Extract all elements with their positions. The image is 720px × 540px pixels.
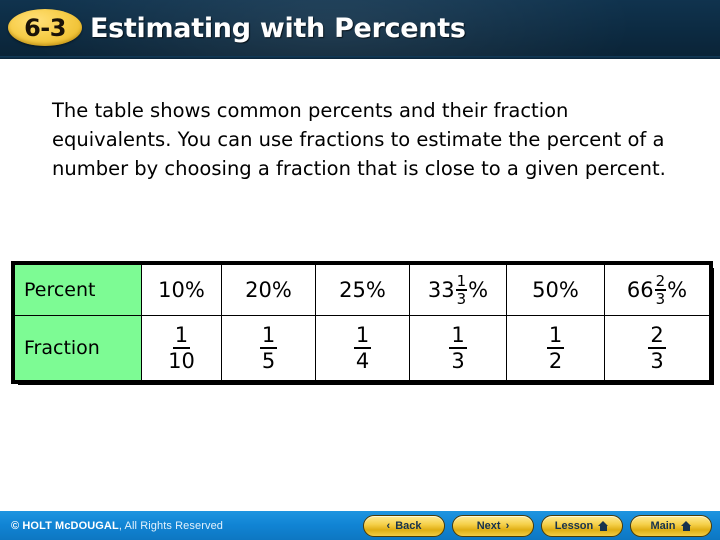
fraction-denominator: 4	[355, 348, 370, 373]
header-underline	[0, 56, 720, 59]
chevron-left-icon: ‹	[386, 519, 391, 532]
main-button[interactable]: Main	[630, 515, 712, 537]
percent-value-1: 10%	[158, 278, 205, 302]
fraction-numerator: 1	[546, 322, 565, 349]
percent-value-3: 25%	[339, 278, 386, 302]
mixed-whole-part: 33	[427, 277, 455, 302]
next-button-label: Next	[476, 520, 501, 532]
copyright-notice: © HOLT McDOUGAL, All Rights Reserved	[11, 520, 223, 532]
stacked-fraction: 12	[546, 322, 565, 373]
lesson-button-label: Lesson	[554, 520, 594, 532]
home-icon	[680, 521, 692, 531]
percent-cell-4: 33 1 3%	[409, 264, 507, 316]
percent-fraction-table: Percent 10% 20% 25% 33 1 3% 50% 66 2 3% Frac…	[11, 261, 713, 384]
fraction-numerator: 1	[455, 271, 468, 291]
fraction-value-6: 23	[648, 324, 666, 371]
fraction-denominator: 2	[548, 348, 563, 373]
fraction-denominator: 5	[261, 348, 276, 373]
percent-sign: %	[667, 277, 688, 302]
fraction-denominator: 3	[451, 348, 465, 373]
main-button-label: Main	[650, 520, 676, 532]
table-row-percent: Percent 10% 20% 25% 33 1 3% 50% 66 2 3%	[14, 264, 710, 316]
fraction-value-2: 15	[259, 324, 278, 371]
lesson-paragraph: The table shows common percents and thei…	[52, 99, 666, 180]
row-header-fraction: Fraction	[14, 315, 142, 381]
fraction-cell-3: 14	[315, 315, 410, 381]
navigation-buttons: ‹ Back Next › Lesson Main	[363, 515, 712, 537]
fraction-denominator: 3	[650, 348, 664, 373]
next-button[interactable]: Next ›	[452, 515, 534, 537]
table-row-fraction: Fraction 1 10 15 14 13 12 23	[14, 315, 710, 381]
mixed-whole-part: 66	[626, 277, 654, 302]
mixed-fraction-part: 23	[654, 271, 667, 308]
mixed-fraction-part: 13	[455, 271, 468, 308]
fraction-numerator: 1	[259, 322, 278, 349]
fraction-denominator: 3	[456, 289, 467, 308]
stacked-fraction: 23	[648, 322, 666, 373]
fraction-cell-6: 23	[604, 315, 710, 381]
mixed-number: 66 2 3%	[626, 271, 688, 308]
stacked-fraction: 14	[353, 322, 372, 373]
row-header-percent: Percent	[14, 264, 142, 316]
fraction-numerator: 2	[654, 271, 667, 291]
stacked-fraction: 15	[259, 322, 278, 373]
percent-value-2: 20%	[245, 278, 292, 302]
chevron-right-icon: ›	[505, 519, 510, 532]
stacked-fraction: 1 10	[168, 322, 195, 373]
percent-cell-5: 50%	[506, 264, 605, 316]
percent-value-5: 50%	[532, 278, 579, 302]
fraction-value-4: 13	[449, 324, 467, 371]
percent-cell-2: 20%	[221, 264, 316, 316]
fraction-value-1: 1 10	[168, 324, 195, 371]
footer-bar: © HOLT McDOUGAL, All Rights Reserved ‹ B…	[0, 511, 720, 540]
fraction-numerator: 1	[172, 322, 191, 349]
percent-fraction-table-wrapper: Percent 10% 20% 25% 33 1 3% 50% 66 2 3% Frac…	[11, 261, 713, 384]
fraction-value-5: 12	[546, 324, 565, 371]
percent-cell-3: 25%	[315, 264, 410, 316]
copyright-rights: , All Rights Reserved	[118, 520, 224, 532]
copyright-symbol: ©	[11, 520, 20, 532]
home-icon	[598, 521, 609, 531]
lesson-number-badge: 6-3	[8, 9, 82, 46]
fraction-cell-1: 1 10	[141, 315, 222, 381]
lesson-number-text: 6-3	[24, 13, 66, 42]
fraction-cell-5: 12	[506, 315, 605, 381]
percent-sign: %	[468, 277, 489, 302]
percent-cell-1: 10%	[141, 264, 222, 316]
lesson-button[interactable]: Lesson	[541, 515, 623, 537]
fraction-numerator: 1	[449, 322, 467, 349]
copyright-owner: HOLT McDOUGAL	[22, 520, 119, 532]
fraction-numerator: 1	[353, 322, 372, 349]
fraction-denominator: 10	[168, 348, 195, 373]
back-button-label: Back	[395, 520, 422, 532]
stacked-fraction: 13	[449, 322, 467, 373]
fraction-numerator: 2	[648, 322, 666, 349]
fraction-cell-2: 15	[221, 315, 316, 381]
mixed-number: 33 1 3%	[427, 271, 489, 308]
page-title: Estimating with Percents	[90, 12, 466, 44]
back-button[interactable]: ‹ Back	[363, 515, 445, 537]
slide-header: 6-3 Estimating with Percents	[0, 0, 720, 59]
percent-cell-6: 66 2 3%	[604, 264, 710, 316]
fraction-denominator: 3	[655, 289, 666, 308]
fraction-value-3: 14	[353, 324, 372, 371]
percent-value-4: 33 1 3%	[428, 273, 488, 306]
fraction-cell-4: 13	[409, 315, 507, 381]
percent-value-6: 66 2 3%	[627, 273, 687, 306]
